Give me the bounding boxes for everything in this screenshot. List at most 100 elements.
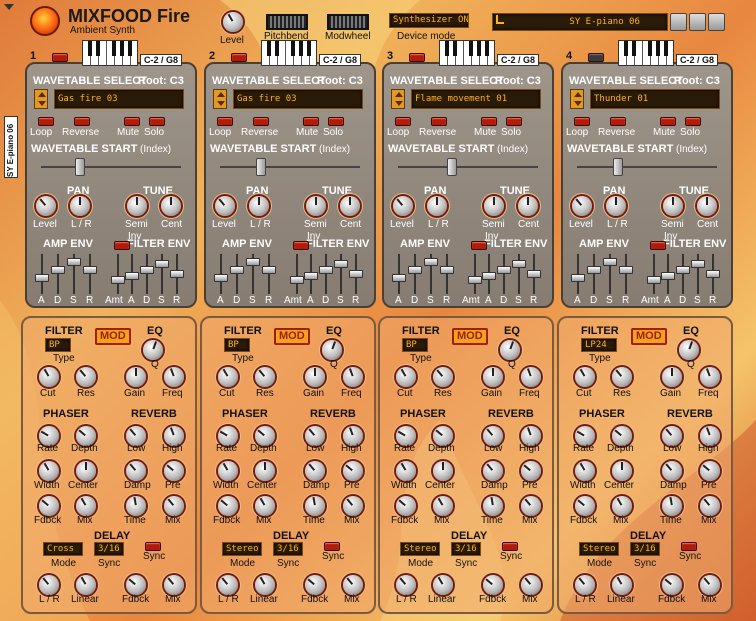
slot-4-filter-sustain-thumb[interactable] (691, 260, 705, 268)
slot-2-cent-knob[interactable] (340, 196, 360, 216)
slot-2-filter-env-invert-led[interactable] (293, 241, 309, 250)
slot-1-filter-amt-thumb[interactable] (111, 276, 125, 284)
slot-3-mute-led[interactable] (481, 117, 497, 126)
slot-4-filter-attack-thumb[interactable] (661, 272, 675, 280)
slot-3-pre-knob-2-3[interactable] (521, 461, 541, 481)
slot-1-semi-knob[interactable] (127, 196, 147, 216)
slot-3-delay-mode-display[interactable]: Stereo (400, 542, 440, 556)
slot-1-eq-q-knob[interactable] (143, 340, 163, 360)
slot-1-damp-knob-2-2[interactable] (126, 461, 146, 481)
slot-3-key-range[interactable]: C-2 / G8 (497, 54, 540, 66)
slot-1-amp-attack-thumb[interactable] (35, 274, 49, 282)
slot-2-eq-q-knob[interactable] (322, 340, 342, 360)
slot-3-filter-decay-thumb[interactable] (497, 266, 511, 274)
slot-4-wavetable-start-thumb[interactable] (613, 158, 623, 176)
slot-4-loop-led[interactable] (574, 117, 590, 126)
slot-4-delay-fdbck-knob[interactable] (662, 575, 682, 595)
slot-4-mix-knob-3-1[interactable] (612, 496, 632, 516)
slot-3-filter-type-display[interactable]: BP (402, 338, 428, 352)
slot-3-delay-lr-knob[interactable] (396, 575, 416, 595)
master-level-knob[interactable] (223, 12, 243, 32)
slot-2-filter-release-thumb[interactable] (349, 270, 363, 278)
slot-2-amp-decay-thumb[interactable] (230, 266, 244, 274)
slot-2-wavetable-start-thumb[interactable] (256, 158, 266, 176)
slot-4-res-knob-0-1[interactable] (612, 367, 632, 387)
slot-4-wavetable-display[interactable]: Thunder 01 (590, 89, 720, 109)
slot-3-amp-sustain-thumb[interactable] (424, 258, 438, 266)
slot-4-delay-mode-display[interactable]: Stereo (579, 542, 619, 556)
save-preset-button[interactable] (689, 13, 706, 31)
slot-3-amp-release-thumb[interactable] (440, 266, 454, 274)
slot-1-level-knob[interactable] (36, 196, 56, 216)
slot-3-damp-knob-2-2[interactable] (483, 461, 503, 481)
slot-1-filter-type-display[interactable]: BP (45, 338, 71, 352)
slot-1-gain-knob-0-2[interactable] (126, 367, 146, 387)
slot-4-mute-led[interactable] (660, 117, 676, 126)
slot-1-pan-knob[interactable] (70, 196, 90, 216)
slot-2-fdbck-knob-3-0[interactable] (218, 496, 238, 516)
slot-4-amp-release-thumb[interactable] (619, 266, 633, 274)
slot-2-filter-amt-thumb[interactable] (290, 276, 304, 284)
collapse-arrow-icon[interactable] (4, 4, 14, 10)
slot-3-reverse-led[interactable] (431, 117, 447, 126)
slot-3-filter-attack-thumb[interactable] (482, 272, 496, 280)
slot-4-gain-knob-0-2[interactable] (662, 367, 682, 387)
slot-2-reverse-led[interactable] (253, 117, 269, 126)
slot-2-wavetable-display[interactable]: Gas fire 03 (233, 89, 363, 109)
slot-3-wavetable-display[interactable]: Flame movement 01 (411, 89, 541, 109)
slot-4-wavetable-arrows[interactable] (570, 89, 584, 109)
slot-4-filter-type-display[interactable]: LP24 (581, 338, 617, 352)
slot-4-filter-env-invert-led[interactable] (650, 241, 666, 250)
slot-3-gain-knob-0-2[interactable] (483, 367, 503, 387)
slot-2-level-knob[interactable] (215, 196, 235, 216)
slot-4-pre-knob-2-3[interactable] (700, 461, 720, 481)
slot-2-delay-mix-knob[interactable] (343, 575, 363, 595)
slot-2-cut-knob-0-0[interactable] (218, 367, 238, 387)
slot-4-pan-knob[interactable] (606, 196, 626, 216)
slot-2-width-knob-2-0[interactable] (218, 461, 238, 481)
slot-2-filter-sustain-thumb[interactable] (334, 260, 348, 268)
slot-4-semi-knob[interactable] (663, 196, 683, 216)
slot-2-filter-decay-thumb[interactable] (319, 266, 333, 274)
slot-1-wavetable-arrows[interactable] (34, 89, 48, 109)
slot-1-pre-knob-2-3[interactable] (164, 461, 184, 481)
slot-1-solo-led[interactable] (149, 117, 165, 126)
slot-3-enable-led[interactable] (409, 53, 425, 62)
slot-1-delay-mix-knob[interactable] (164, 575, 184, 595)
slot-4-time-knob-3-2[interactable] (662, 496, 682, 516)
slot-3-semi-knob[interactable] (484, 196, 504, 216)
slot-2-delay-lr-knob[interactable] (218, 575, 238, 595)
slot-4-freq-knob-0-3[interactable] (700, 367, 720, 387)
slot-4-eq-q-knob[interactable] (679, 340, 699, 360)
slot-3-eq-q-knob[interactable] (500, 340, 520, 360)
slot-3-wavetable-arrows[interactable] (391, 89, 405, 109)
slot-2-filter-attack-thumb[interactable] (304, 272, 318, 280)
slot-2-wavetable-arrows[interactable] (213, 89, 227, 109)
slot-4-amp-sustain-thumb[interactable] (603, 258, 617, 266)
slot-3-freq-knob-0-3[interactable] (521, 367, 541, 387)
slot-2-filter-type-display[interactable]: BP (224, 338, 250, 352)
slot-1-filter-decay-thumb[interactable] (140, 266, 154, 274)
slot-2-damp-knob-2-2[interactable] (305, 461, 325, 481)
slot-3-width-knob-2-0[interactable] (396, 461, 416, 481)
slot-1-mod-button[interactable]: MOD (95, 328, 131, 345)
preset-up-down-button[interactable] (670, 13, 687, 31)
slot-3-solo-led[interactable] (506, 117, 522, 126)
device-mode-display[interactable]: Synthesizer ON (389, 13, 469, 28)
slot-4-fdbck-knob-3-0[interactable] (575, 496, 595, 516)
slot-4-mix-knob-3-3[interactable] (700, 496, 720, 516)
slot-2-freq-knob-0-3[interactable] (343, 367, 363, 387)
slot-2-delay-mode-display[interactable]: Stereo (222, 542, 262, 556)
slot-2-center-knob-2-1[interactable] (255, 461, 275, 481)
slot-3-delay-fdbck-knob[interactable] (483, 575, 503, 595)
slot-1-delay-sync-display[interactable]: 3/16 (94, 542, 124, 556)
slot-3-wavetable-start-thumb[interactable] (447, 158, 457, 176)
slot-3-delay-linear-knob[interactable] (433, 575, 453, 595)
slot-1-key-range[interactable]: C-2 / G8 (140, 54, 183, 66)
slot-4-filter-release-thumb[interactable] (706, 270, 720, 278)
slot-3-filter-sustain-thumb[interactable] (512, 260, 526, 268)
slot-3-filter-env-invert-led[interactable] (471, 241, 487, 250)
slot-2-amp-attack-thumb[interactable] (214, 274, 228, 282)
slot-2-key-range[interactable]: C-2 / G8 (319, 54, 362, 66)
slot-3-delay-sync-led[interactable] (502, 542, 518, 551)
